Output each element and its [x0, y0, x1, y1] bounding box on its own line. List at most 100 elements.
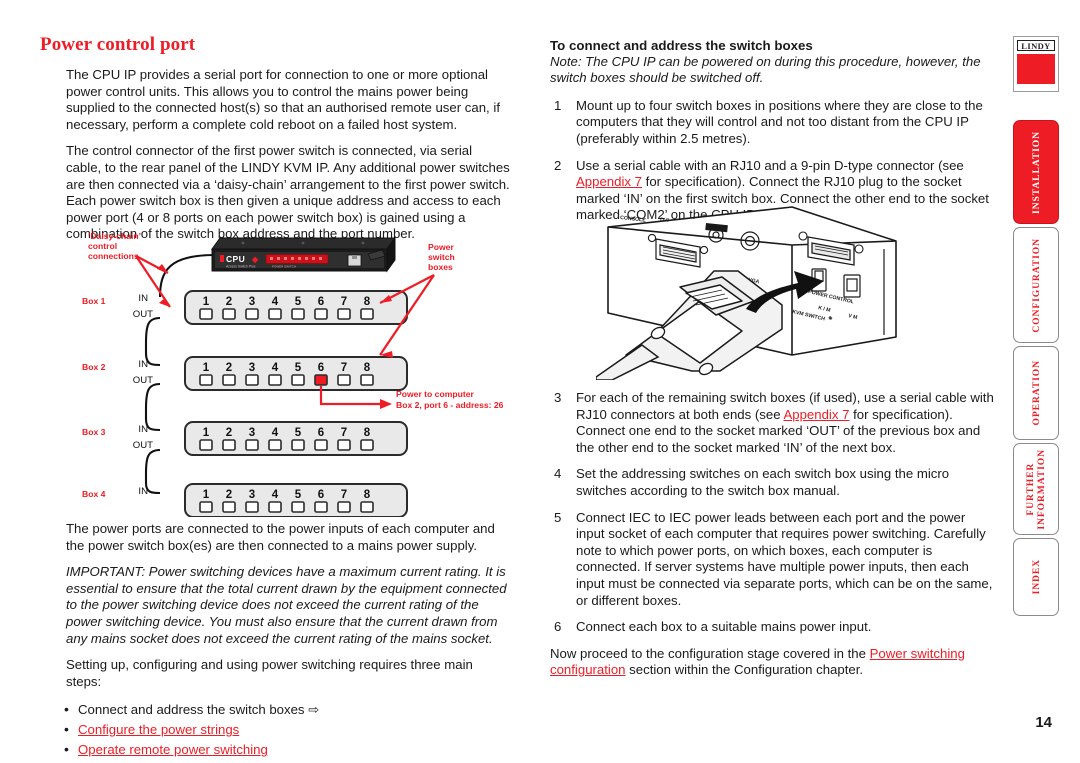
page-title: Power control port: [40, 34, 196, 55]
sidebar-tabs: INSTALLATION CONFIGURATION OPERATION FURTHE…: [1013, 120, 1063, 616]
step-text: Set the addressing switches on each swit…: [576, 466, 950, 498]
svg-text:1: 1: [203, 362, 210, 374]
cross-reference-link[interactable]: Operate remote power switching: [78, 742, 268, 757]
svg-text:6: 6: [318, 427, 324, 439]
cross-reference-link[interactable]: Appendix 7: [576, 174, 642, 189]
closing-paragraph: Now proceed to the configuration stage c…: [550, 646, 996, 679]
svg-text:7: 7: [341, 296, 347, 308]
step-text: section within the Configuration chapter…: [625, 662, 864, 678]
svg-text:switch: switch: [428, 252, 455, 262]
svg-text:IN: IN: [138, 486, 148, 497]
svg-text:IN: IN: [138, 293, 148, 304]
rear-panel-illustration: CONSOLE DVI ● DVI VGA POWER CONTROL KVM …: [596, 205, 906, 380]
sidebar-tab-installation[interactable]: INSTALLATION: [1013, 120, 1059, 224]
bullet-icon: •: [64, 721, 69, 738]
svg-text:6: 6: [318, 296, 324, 308]
svg-text:4: 4: [272, 296, 279, 308]
callout-power-to-computer: Power to computer: [396, 389, 474, 399]
svg-text:boxes: boxes: [428, 262, 453, 272]
procedure-step: 3 For each of the remaining switch boxes …: [550, 390, 996, 456]
daisy-chain-diagram: CPU ◆ Access Switch Plus POWER SWITCH 1 …: [60, 225, 520, 517]
page-number: 14: [1035, 714, 1052, 731]
sidebar-tab-configuration[interactable]: CONFIGURATION: [1013, 227, 1059, 343]
svg-text:8: 8: [364, 296, 371, 308]
svg-text:OUT: OUT: [133, 440, 153, 451]
svg-text:CONSOLE: CONSOLE: [620, 215, 647, 224]
manual-page: Power control port The CPU IP provides a…: [0, 0, 1080, 763]
switch-box-4: 1 2 3 4 5 6 7 8: [184, 483, 408, 517]
sidebar-tab-further-information[interactable]: FURTHER INFORMATION: [1013, 443, 1059, 535]
left-column-lower: The power ports are connected to the pow…: [40, 521, 510, 760]
main-step-item: • Connect and address the switch boxes ⇨: [40, 700, 510, 720]
lindy-logo-text: LINDY: [1017, 40, 1055, 51]
svg-text:5: 5: [295, 296, 302, 308]
lindy-logo-block: [1017, 54, 1055, 84]
svg-text:2: 2: [226, 362, 232, 374]
right-arrow-icon: ⇨: [304, 702, 320, 718]
switch-box-3: 1 2 3 4 5 6 7 8: [184, 421, 408, 456]
procedure-step: 6 Connect each box to a suitable mains po…: [550, 619, 996, 636]
step-text: Mount up to four switch boxes in positio…: [576, 97, 983, 146]
cross-reference-link[interactable]: Appendix 7: [783, 407, 849, 422]
main-steps-list: • Connect and address the switch boxes ⇨ •…: [40, 700, 510, 760]
step-text: Now proceed to the configuration stage c…: [550, 645, 870, 661]
svg-text:7: 7: [341, 489, 347, 501]
callout-power-switch-boxes: Power: [428, 242, 454, 252]
box-1-label: Box 1: [82, 296, 106, 306]
sidebar-tab-label: INDEX: [1030, 559, 1042, 595]
lindy-logo: LINDY: [1013, 36, 1059, 92]
svg-text:2: 2: [226, 489, 232, 501]
svg-text:4: 4: [272, 489, 279, 501]
svg-text:3: 3: [249, 489, 255, 501]
svg-text:1: 1: [203, 489, 210, 501]
box-3-label: Box 3: [82, 427, 106, 437]
svg-text:7: 7: [341, 362, 347, 374]
step-number: 3: [554, 390, 562, 405]
callout-daisy-chain: ‘Daisy-chain’: [88, 231, 141, 241]
sidebar-tab-label: FURTHER INFORMATION: [1025, 448, 1047, 530]
svg-text:8: 8: [364, 489, 371, 501]
box-4-label: Box 4: [82, 489, 106, 499]
step-number: 6: [554, 619, 562, 635]
cpu-ip-device: CPU ◆ Access Switch Plus POWER SWITCH: [211, 236, 396, 273]
svg-text:POWER SWITCH: POWER SWITCH: [272, 265, 296, 269]
svg-text:control: control: [88, 241, 117, 251]
step-text: Connect IEC to IEC power leads between e…: [576, 509, 993, 608]
svg-text:OUT: OUT: [133, 375, 153, 386]
procedure-step: 5 Connect IEC to IEC power leads between …: [550, 510, 996, 610]
svg-text:6: 6: [318, 362, 324, 374]
svg-text:◆: ◆: [251, 255, 259, 264]
svg-text:4: 4: [272, 427, 279, 439]
sidebar-tab-operation[interactable]: OPERATION: [1013, 346, 1059, 440]
svg-text:6: 6: [318, 489, 324, 501]
paragraph-power-ports: The power ports are connected to the pow…: [66, 521, 495, 553]
sidebar-tab-index[interactable]: INDEX: [1013, 538, 1059, 616]
switch-box-2: 1 2 3 4 5 6 7 8: [184, 356, 408, 391]
paragraph-important: IMPORTANT: Power switching devices have …: [66, 564, 507, 646]
svg-text:IN: IN: [138, 424, 148, 435]
svg-text:5: 5: [295, 489, 302, 501]
cross-reference-link[interactable]: Configure the power strings: [78, 722, 239, 737]
svg-text:1: 1: [203, 296, 210, 308]
main-step-label: Connect and address the switch boxes: [78, 702, 305, 718]
svg-text:1: 1: [203, 427, 210, 439]
svg-text:2: 2: [226, 296, 232, 308]
step-number: 1: [554, 97, 562, 113]
svg-text:IN: IN: [138, 359, 148, 370]
svg-text:Box 2, port 6 - address: 26: Box 2, port 6 - address: 26: [396, 400, 504, 410]
procedure-step: 1 Mount up to four switch boxes in positi…: [550, 98, 996, 148]
svg-text:Access Switch Plus: Access Switch Plus: [226, 265, 256, 269]
svg-text:3: 3: [249, 362, 255, 374]
procedure-step: 4 Set the addressing switches on each swi…: [550, 466, 996, 499]
step-number: 4: [554, 466, 562, 482]
main-step-item[interactable]: • Operate remote power switching: [40, 740, 510, 760]
svg-text:4: 4: [272, 362, 279, 374]
sidebar-tab-label: INSTALLATION: [1030, 130, 1042, 214]
svg-text:DVI: DVI: [660, 217, 670, 224]
bullet-icon: •: [64, 701, 69, 718]
step-text: Connect each box to a suitable mains pow…: [576, 619, 872, 635]
main-step-item[interactable]: • Configure the power strings: [40, 720, 510, 740]
left-column: Power control port The CPU IP provides a…: [40, 34, 510, 253]
svg-text:5: 5: [295, 362, 302, 374]
svg-text:●: ●: [692, 215, 696, 221]
